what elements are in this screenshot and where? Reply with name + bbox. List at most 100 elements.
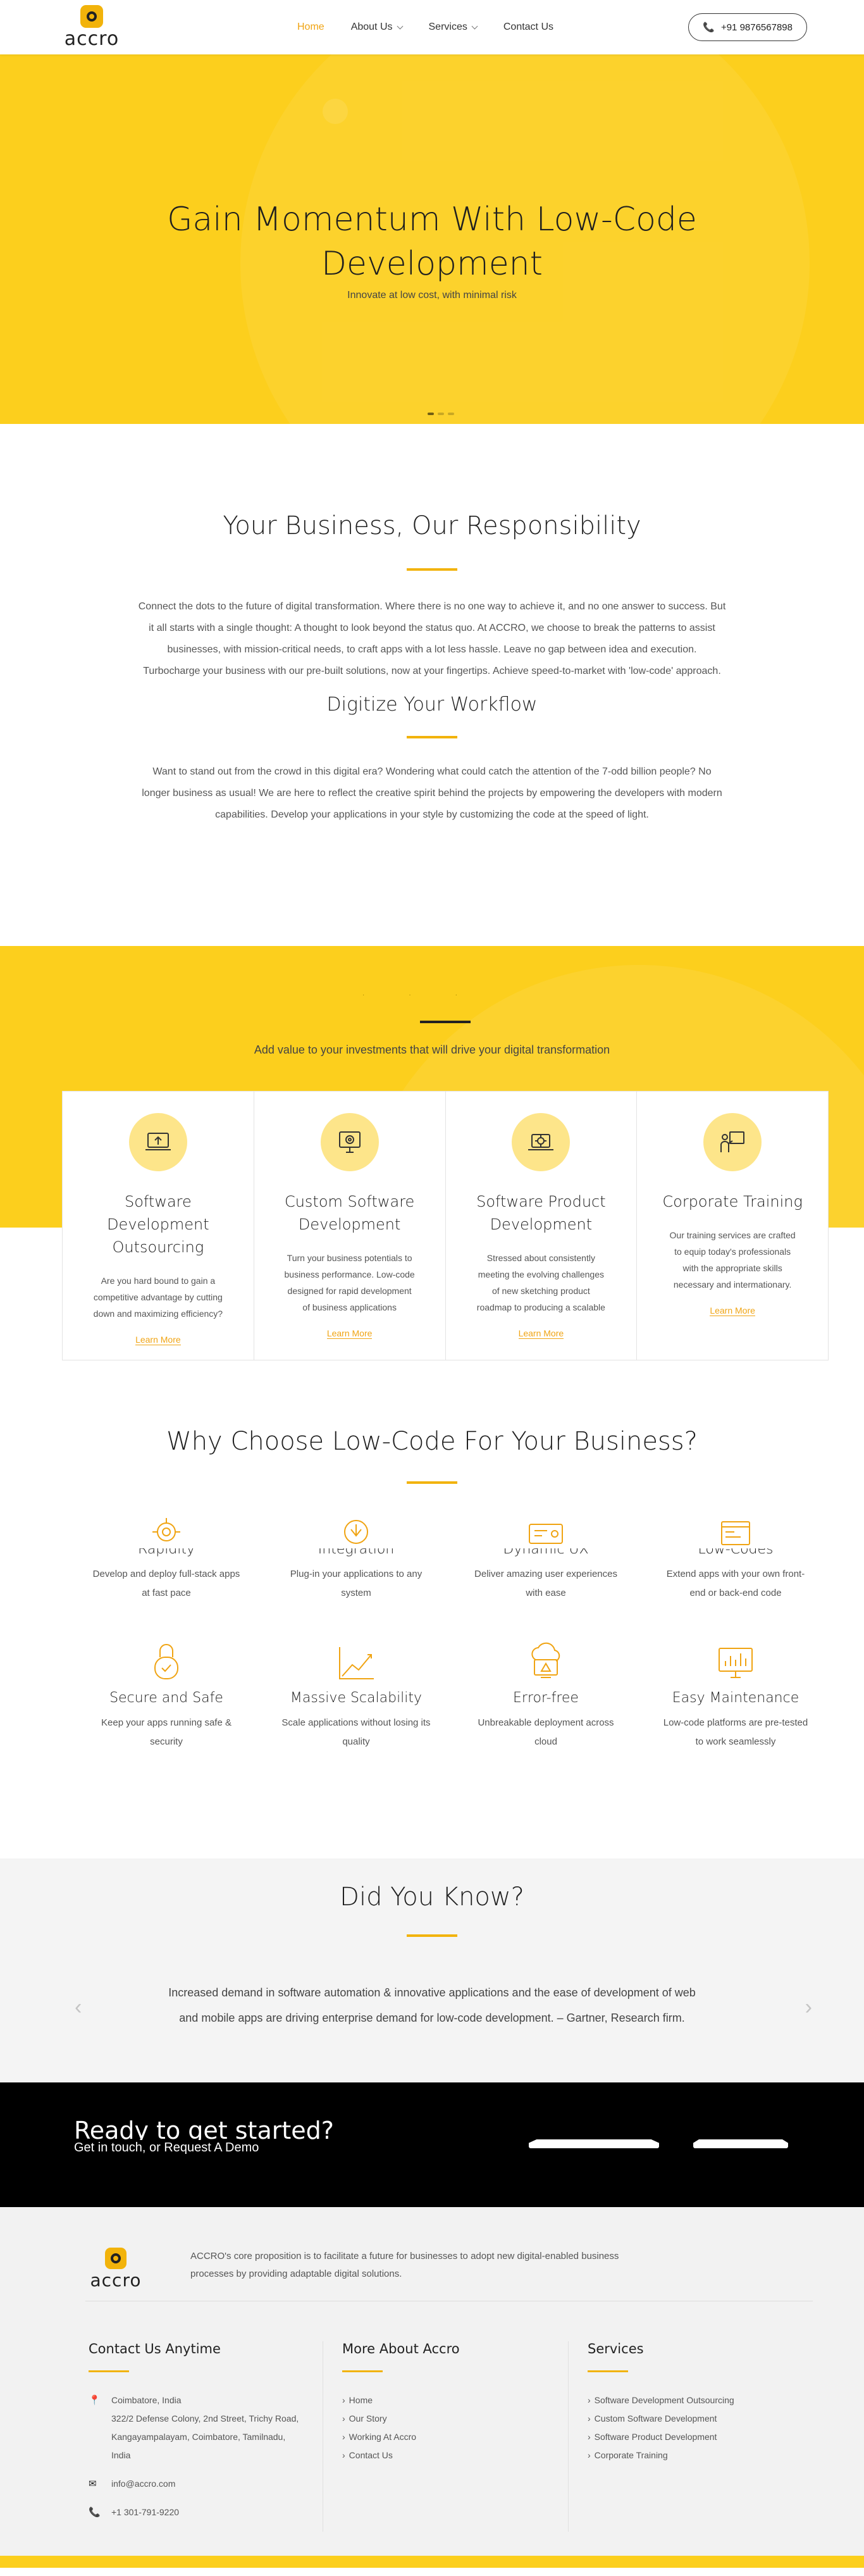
laptop-upload-icon bbox=[128, 1113, 187, 1171]
integration-icon bbox=[261, 1512, 451, 1548]
intro-text: Connect the dots to the future of digita… bbox=[138, 601, 726, 676]
cloud-warning-icon bbox=[451, 1633, 641, 1681]
footer-link[interactable]: Working At Accro bbox=[342, 2428, 555, 2446]
page: accro Home About Us Services Contact Us … bbox=[0, 0, 864, 2576]
feature-text: Plug-in your applications to any system bbox=[290, 1569, 423, 1598]
feature-item: Massive Scalability Scale applications w… bbox=[261, 1633, 451, 1752]
logo-mark-icon bbox=[105, 2248, 127, 2269]
growth-chart-icon bbox=[261, 1633, 451, 1681]
footer-more-title: More About Accro bbox=[342, 2341, 460, 2356]
site-footer: accro ACCRO's core proposition is to fac… bbox=[0, 2207, 864, 2568]
laptop-cog-icon bbox=[512, 1113, 571, 1171]
learn-more-link[interactable]: Learn More bbox=[518, 1328, 564, 1339]
hero-decoration-small bbox=[323, 99, 348, 124]
feature-title: Easy Maintenance bbox=[672, 1690, 799, 1706]
feature-title: Secure and Safe bbox=[109, 1690, 223, 1706]
why-title: Why Choose Low-Code For Your Business? bbox=[166, 1427, 698, 1456]
footer-link[interactable]: Contact Us bbox=[342, 2446, 555, 2465]
services-dots: ··· bbox=[362, 992, 502, 999]
logo-text: accro bbox=[64, 28, 120, 50]
logo-mark-icon bbox=[80, 5, 103, 28]
chevron-down-icon bbox=[471, 23, 478, 29]
learn-more-link[interactable]: Learn More bbox=[135, 1335, 181, 1345]
phone-button[interactable]: 📞 +91 9876567898 bbox=[688, 13, 807, 41]
footer-underline bbox=[588, 2370, 628, 2372]
address-text: Coimbatore, India 322/2 Defense Colony, … bbox=[111, 2395, 299, 2460]
footer-phone[interactable]: 📞 +1 301-791-9220 bbox=[89, 2503, 310, 2522]
dyk-quote: Increased demand in software automation … bbox=[168, 1986, 696, 2024]
card-text: Turn your business potentials to busines… bbox=[284, 1253, 415, 1312]
feature-item: Low-Codes Extend apps with your own fron… bbox=[641, 1512, 830, 1603]
learn-more-link[interactable]: Learn More bbox=[710, 1305, 755, 1316]
footer-link[interactable]: Software Product Development bbox=[588, 2428, 770, 2446]
footer-link[interactable]: Software Development Outsourcing bbox=[588, 2391, 770, 2410]
intro-title: Your Business, Our Responsibility bbox=[223, 511, 641, 540]
logo-text: accro bbox=[90, 2270, 142, 2291]
site-header: accro Home About Us Services Contact Us … bbox=[0, 0, 864, 54]
nav-contact-label: Contact Us bbox=[503, 22, 553, 32]
nav-about[interactable]: About Us bbox=[350, 22, 403, 33]
feature-item: Secure and Safe Keep your apps running s… bbox=[71, 1633, 261, 1752]
card-title: Software Development Outsourcing bbox=[107, 1193, 209, 1256]
presenter-icon bbox=[703, 1113, 762, 1171]
phone-text: +1 301-791-9220 bbox=[111, 2507, 180, 2517]
service-card: Software Product Development Stressed ab… bbox=[446, 1092, 638, 1360]
cta-subtitle: Get in touch, or Request A Demo bbox=[74, 2141, 259, 2155]
phone-icon: 📞 bbox=[703, 22, 715, 33]
feature-item: Error-free Unbreakable deployment across… bbox=[451, 1633, 641, 1752]
nav-about-label: About Us bbox=[350, 22, 393, 32]
footer-top: accro ACCRO's core proposition is to fac… bbox=[85, 2248, 813, 2301]
nav-services-label: Services bbox=[428, 22, 467, 32]
footer-link[interactable]: Custom Software Development bbox=[588, 2410, 770, 2428]
dyk-title: Did You Know? bbox=[340, 1882, 524, 1912]
cta-banner: Ready to get started? Get in touch, or R… bbox=[0, 2082, 864, 2207]
contact-button[interactable] bbox=[529, 2139, 659, 2148]
main-nav: Home About Us Services Contact Us bbox=[297, 22, 553, 33]
services-underline bbox=[420, 1021, 471, 1023]
card-title: Software Product Development bbox=[476, 1193, 606, 1233]
feature-item: Easy Maintenance Low-code platforms are … bbox=[641, 1633, 830, 1752]
nav-home[interactable]: Home bbox=[297, 22, 324, 33]
footer-service-links: Software Development Outsourcing Custom … bbox=[588, 2391, 770, 2465]
dynamic-ux-icon bbox=[451, 1512, 641, 1548]
slider-dot[interactable] bbox=[448, 413, 454, 415]
phone-number: +91 9876567898 bbox=[720, 22, 793, 33]
footer-link[interactable]: Our Story bbox=[342, 2410, 555, 2428]
nav-contact[interactable]: Contact Us bbox=[503, 22, 553, 33]
footer-address: 📍 Coimbatore, India 322/2 Defense Colony… bbox=[89, 2391, 310, 2465]
footer-logo[interactable]: accro bbox=[85, 2248, 146, 2291]
phone-icon: 📞 bbox=[89, 2507, 101, 2518]
chevron-left-icon[interactable]: ‹ bbox=[75, 1995, 82, 2020]
chevron-down-icon bbox=[397, 23, 403, 29]
feature-text: Deliver amazing user experiences with ea… bbox=[474, 1569, 617, 1598]
nav-services[interactable]: Services bbox=[428, 22, 478, 33]
lock-shield-icon bbox=[71, 1633, 261, 1681]
footer-bottom-strip bbox=[0, 2556, 864, 2568]
feature-title: Rapidity bbox=[137, 1548, 195, 1557]
card-title: Corporate Training bbox=[662, 1193, 803, 1210]
chevron-right-icon[interactable]: › bbox=[805, 1995, 812, 2020]
why-section: Why Choose Low-Code For Your Business? R… bbox=[0, 1361, 864, 1858]
low-code-icon bbox=[641, 1512, 830, 1548]
footer-link[interactable]: Corporate Training bbox=[588, 2446, 770, 2465]
intro-subtitle: Digitize Your Workflow bbox=[326, 694, 538, 716]
feature-text: Develop and deploy full-stack apps at fa… bbox=[92, 1569, 240, 1598]
footer-link[interactable]: Home bbox=[342, 2391, 555, 2410]
feature-title: Dynamic UX bbox=[503, 1548, 589, 1557]
hero-title-line2: Development bbox=[321, 245, 543, 283]
footer-more-links: Home Our Story Working At Accro Contact … bbox=[342, 2391, 555, 2465]
email-text: info@accro.com bbox=[111, 2479, 176, 2489]
logo[interactable]: accro bbox=[57, 5, 127, 49]
footer-about: ACCRO's core proposition is to facilitat… bbox=[190, 2251, 619, 2279]
request-demo-button[interactable] bbox=[693, 2139, 788, 2148]
footer-email[interactable]: ✉ info@accro.com bbox=[89, 2475, 310, 2493]
slider-dot[interactable] bbox=[428, 413, 434, 415]
card-text: Our training services are crafted to equ… bbox=[669, 1230, 796, 1290]
learn-more-link[interactable]: Learn More bbox=[326, 1328, 373, 1339]
card-text: Are you hard bound to gain a competitive… bbox=[93, 1276, 223, 1319]
service-card: Software Development Outsourcing Are you… bbox=[63, 1092, 254, 1360]
nav-home-label: Home bbox=[297, 22, 324, 32]
slider-dot[interactable] bbox=[438, 413, 444, 415]
monitor-gear-icon bbox=[320, 1113, 379, 1171]
feature-title: Low-Codes bbox=[698, 1548, 774, 1557]
